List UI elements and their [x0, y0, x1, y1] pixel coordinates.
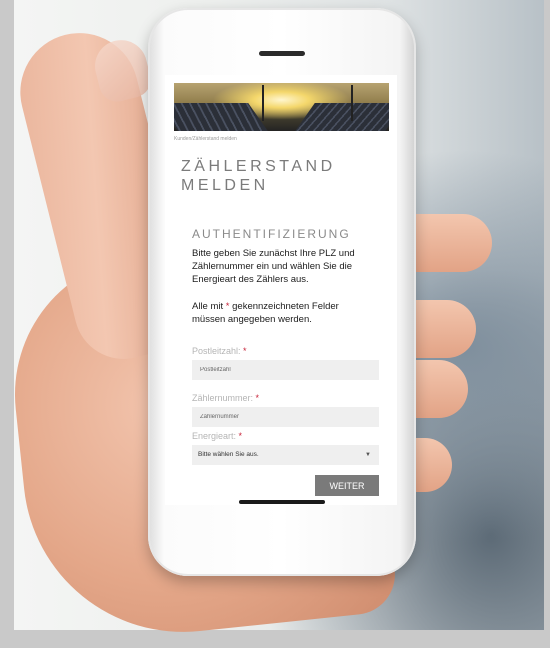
page-title: ZÄHLERSTAND MELDEN	[181, 158, 336, 194]
energieart-label-text: Energieart:	[192, 431, 237, 441]
solar-panels-right	[295, 103, 389, 131]
section-title: AUTHENTIFIZIERUNG	[192, 227, 351, 241]
required-star: *	[225, 301, 230, 312]
zaehlernummer-label: Zählernummer: *	[192, 393, 259, 403]
phone-screen: Kunden/Zählerstand melden ZÄHLERSTAND ME…	[165, 75, 397, 505]
required-note: Alle mit * gekennzeichneten Felder müsse…	[192, 300, 372, 326]
postleitzahl-label-text: Postleitzahl:	[192, 346, 241, 356]
required-note-prefix: Alle mit	[192, 301, 224, 312]
postleitzahl-label: Postleitzahl: *	[192, 346, 247, 356]
energieart-label: Energieart: *	[192, 431, 242, 441]
hero-image-solar-field	[174, 83, 389, 131]
postleitzahl-required-star: *	[243, 346, 247, 356]
postleitzahl-input[interactable]	[192, 360, 379, 380]
energieart-required-star: *	[238, 431, 243, 441]
zaehlernummer-label-text: Zählernummer:	[192, 393, 254, 403]
zaehlernummer-input[interactable]	[192, 407, 379, 427]
phone-speaker	[259, 51, 305, 56]
weiter-button[interactable]: WEITER	[315, 475, 379, 496]
home-indicator	[239, 500, 325, 504]
energieart-select[interactable]: Bitte wählen Sie aus. ▼	[192, 445, 379, 465]
energieart-selected-value: Bitte wählen Sie aus.	[198, 451, 259, 458]
power-pylon-left	[262, 85, 264, 121]
smartphone: Kunden/Zählerstand melden ZÄHLERSTAND ME…	[148, 8, 416, 576]
power-pylon-right	[351, 85, 353, 121]
zaehlernummer-required-star: *	[255, 393, 260, 403]
intro-text: Bitte geben Sie zunächst Ihre PLZ und Zä…	[192, 248, 355, 285]
chevron-down-icon: ▼	[365, 452, 371, 458]
solar-panels-left	[174, 103, 268, 131]
breadcrumb[interactable]: Kunden/Zählerstand melden	[174, 136, 237, 142]
